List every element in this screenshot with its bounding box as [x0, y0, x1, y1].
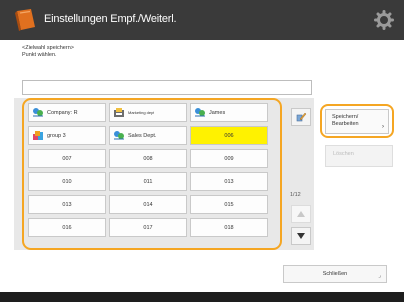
gear-icon[interactable]	[374, 10, 394, 30]
book-icon	[15, 9, 35, 31]
arrow-up-icon	[297, 211, 305, 217]
title-bar: Einstellungen Empf./Weiterl.	[0, 0, 404, 40]
scroll-up-button[interactable]	[291, 205, 311, 223]
page-title: Einstellungen Empf./Weiterl.	[44, 13, 177, 25]
close-label: Schließen	[322, 271, 348, 277]
search-input[interactable]	[22, 80, 312, 95]
close-button[interactable]: Schließen ⌟	[283, 265, 387, 283]
scroll-down-button[interactable]	[291, 227, 311, 245]
pencil-icon	[296, 112, 307, 122]
page-indicator: 1/12	[290, 192, 301, 198]
delete-button: Löschen	[325, 145, 393, 167]
register-highlight	[320, 104, 394, 138]
grid-highlight	[22, 98, 282, 250]
arrow-down-icon	[297, 233, 305, 239]
instruction-text: <Zielwahl speichern> Punkt wählen.	[22, 45, 74, 58]
edit-destination-button[interactable]	[291, 108, 311, 126]
check-icon: ⌟	[378, 273, 381, 279]
footer-bar	[0, 292, 404, 302]
